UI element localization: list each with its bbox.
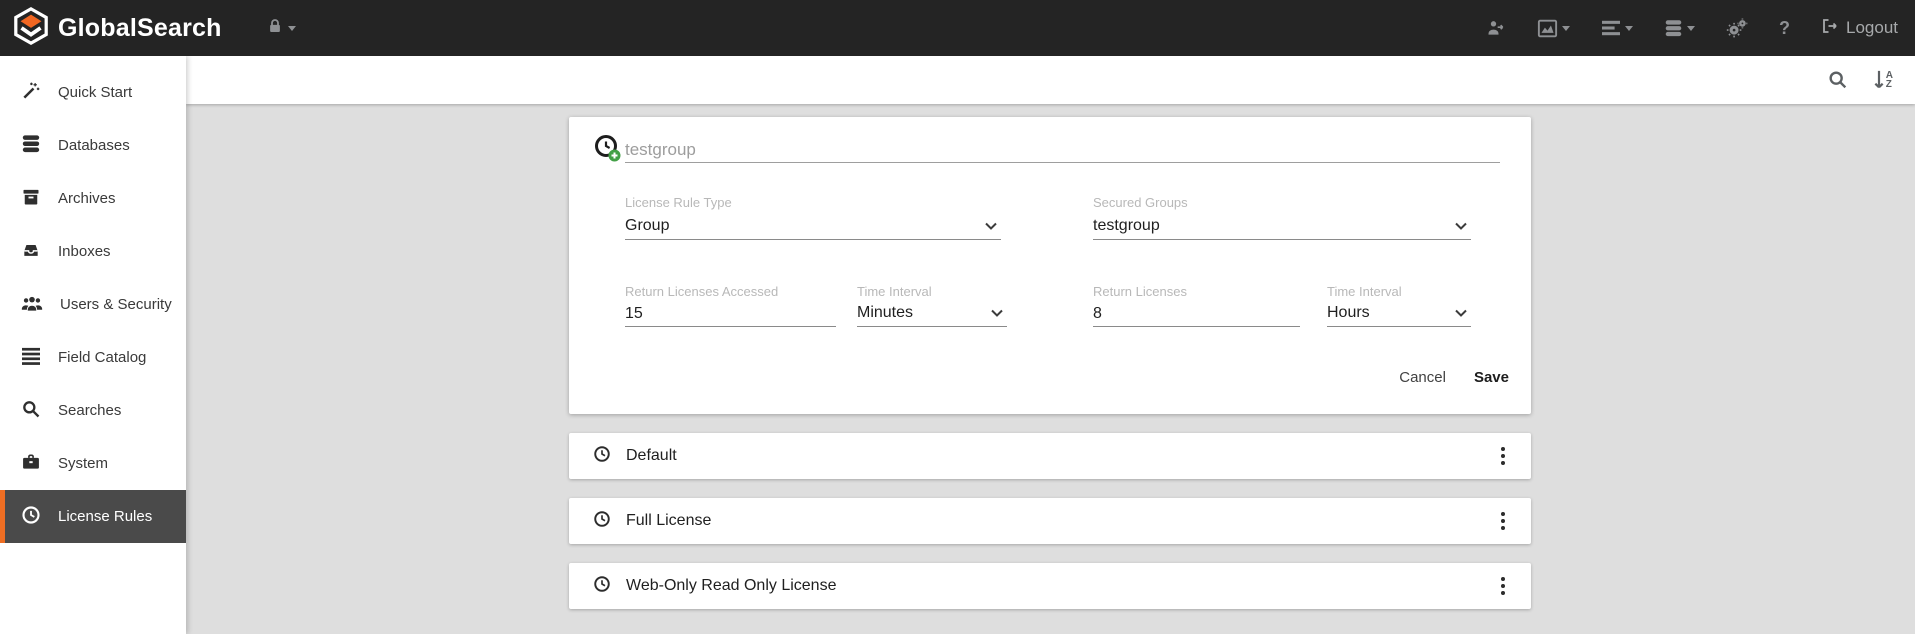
sidebar-item-users-security[interactable]: Users & Security (0, 278, 186, 331)
clock-icon (593, 575, 611, 598)
globalsearch-logo-icon (12, 7, 50, 50)
card-actions: Cancel Save (1399, 369, 1509, 386)
chart-icon (1537, 19, 1558, 38)
clock-icon (21, 505, 41, 529)
cancel-button[interactable]: Cancel (1399, 369, 1446, 386)
clock-add-icon (593, 134, 623, 169)
sidebar-item-license-rules[interactable]: License Rules (0, 490, 186, 543)
reports-chart-dropdown[interactable] (1537, 19, 1570, 38)
logout-icon (1821, 17, 1839, 40)
kebab-menu-icon[interactable] (1493, 571, 1513, 601)
sidebar-item-inboxes[interactable]: Inboxes (0, 225, 186, 278)
logout-button[interactable]: Logout (1821, 17, 1898, 40)
sidebar-item-label: Searches (58, 402, 121, 419)
clock-icon (593, 445, 611, 468)
app-logo[interactable]: GlobalSearch (12, 7, 222, 50)
secured-groups-select[interactable]: testgroup (1093, 212, 1471, 240)
page: GlobalSearch (0, 0, 1915, 634)
license-rule-edit-card: License Rule Type Group Secured Groups t… (569, 117, 1531, 414)
sidebar-item-system[interactable]: System (0, 437, 186, 490)
chevron-down-icon (1455, 309, 1467, 317)
database-stack-icon (1664, 19, 1683, 38)
database-icon (21, 134, 41, 158)
sort-letter-z: Z (1886, 80, 1893, 89)
sidebar-item-label: License Rules (58, 508, 152, 525)
users-group-icon (21, 293, 43, 317)
inbox-icon (21, 240, 41, 264)
sidebar-item-label: System (58, 455, 108, 472)
search-icon[interactable] (1827, 69, 1849, 91)
sidebar-item-label: Users & Security (60, 296, 172, 313)
return-licenses-input[interactable] (1093, 301, 1300, 327)
sidebar-item-searches[interactable]: Searches (0, 384, 186, 437)
sidebar-item-quick-start[interactable]: Quick Start (0, 66, 186, 119)
chevron-down-icon (1455, 222, 1467, 230)
chevron-down-icon (1562, 26, 1570, 31)
sidebar-item-label: Archives (58, 190, 116, 207)
return-licenses-accessed-input[interactable] (625, 301, 836, 327)
chevron-down-icon (985, 222, 997, 230)
save-button[interactable]: Save (1474, 369, 1509, 386)
rule-name-input[interactable] (625, 137, 1500, 163)
header-icon-group: ? Logout (1486, 17, 1898, 40)
rule-name: Default (626, 447, 677, 465)
secured-groups-label: Secured Groups (1093, 195, 1188, 210)
license-rule-type-select[interactable]: Group (625, 212, 1001, 240)
time-interval-label: Time Interval (857, 284, 932, 299)
lock-dropdown[interactable] (266, 17, 296, 40)
time-interval-2-label: Time Interval (1327, 284, 1402, 299)
search-icon (21, 399, 41, 423)
chevron-down-icon (288, 26, 296, 31)
sidebar-item-field-catalog[interactable]: Field Catalog (0, 331, 186, 384)
magic-wand-icon (21, 81, 41, 105)
license-rule-row-default[interactable]: Default (569, 433, 1531, 479)
rule-name: Web-Only Read Only License (626, 577, 836, 595)
chevron-down-icon (1625, 26, 1633, 31)
license-rule-type-label: License Rule Type (625, 195, 732, 210)
time-interval-select[interactable]: Minutes (857, 299, 1007, 327)
rule-name: Full License (626, 512, 711, 530)
list-lines-icon (21, 347, 41, 369)
help-icon[interactable]: ? (1779, 18, 1790, 39)
brand-title: GlobalSearch (58, 14, 222, 43)
sidebar-item-archives[interactable]: Archives (0, 172, 186, 225)
logout-label: Logout (1846, 18, 1898, 38)
chevron-down-icon (1687, 26, 1695, 31)
sidebar-item-databases[interactable]: Databases (0, 119, 186, 172)
clock-icon (593, 510, 611, 533)
license-rule-row-full-license[interactable]: Full License (569, 498, 1531, 544)
return-licenses-label: Return Licenses (1093, 284, 1187, 299)
list-menu-dropdown[interactable] (1601, 19, 1633, 37)
chevron-down-icon (991, 309, 1003, 317)
return-licenses-accessed-label: Return Licenses Accessed (625, 284, 778, 299)
content-toolbar: A Z (186, 56, 1915, 104)
kebab-menu-icon[interactable] (1493, 506, 1513, 536)
top-header-bar: GlobalSearch (0, 0, 1915, 56)
list-menu-icon (1601, 19, 1621, 37)
sidebar-item-label: Field Catalog (58, 349, 146, 366)
kebab-menu-icon[interactable] (1493, 441, 1513, 471)
sidebar-item-label: Quick Start (58, 84, 132, 101)
user-arrow-icon[interactable] (1486, 18, 1506, 38)
archive-box-icon (21, 187, 41, 211)
briefcase-icon (21, 452, 41, 476)
time-interval-2-select[interactable]: Hours (1327, 299, 1471, 327)
sidebar-item-label: Inboxes (58, 243, 111, 260)
settings-gears-icon[interactable] (1726, 18, 1748, 38)
sort-az-icon[interactable]: A Z (1873, 69, 1893, 91)
sidebar-item-label: Databases (58, 137, 130, 154)
license-rule-row-web-only[interactable]: Web-Only Read Only License (569, 563, 1531, 609)
database-menu-dropdown[interactable] (1664, 19, 1695, 38)
sidebar-navigation: Quick Start Databases Archives (0, 56, 186, 634)
lock-icon (266, 17, 284, 40)
